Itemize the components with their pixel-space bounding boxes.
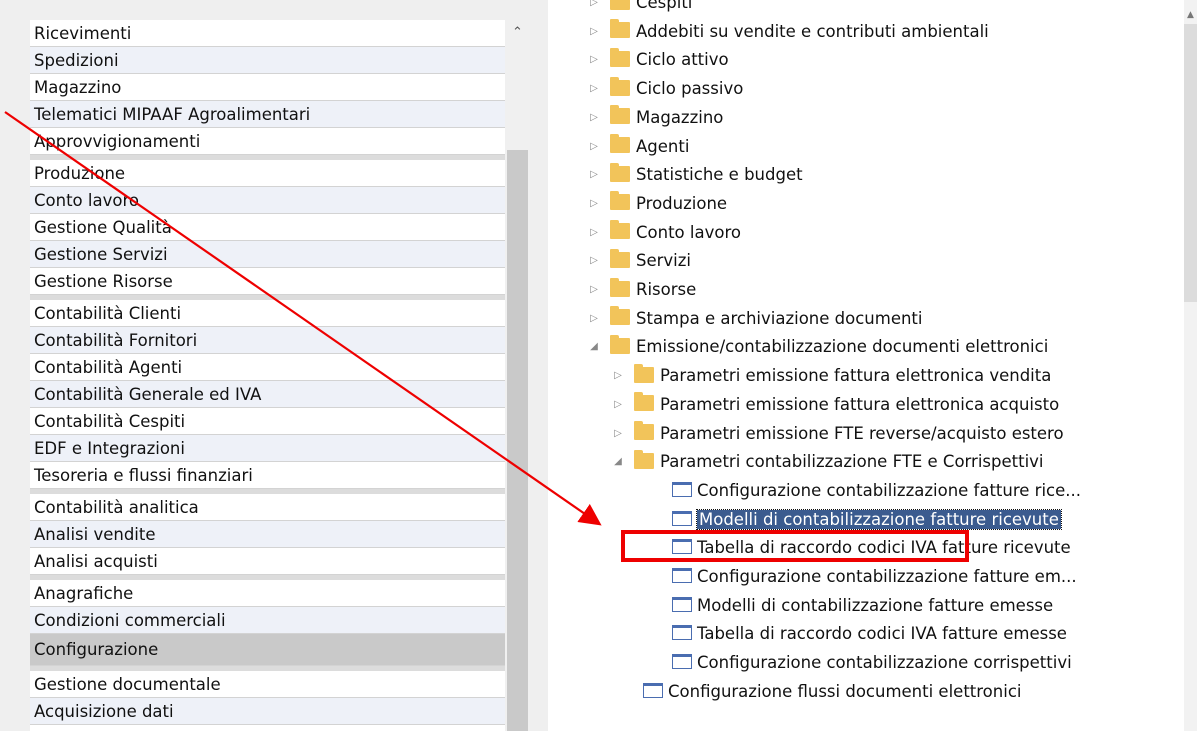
annotation-arrow	[4, 111, 602, 526]
